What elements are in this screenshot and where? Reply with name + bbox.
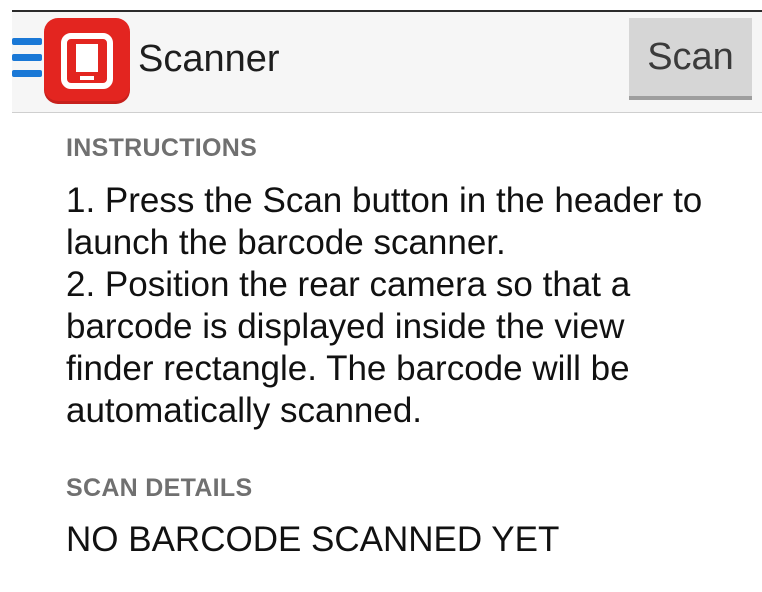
instructions-line: 1. Press the Scan button in the header t… [66,181,703,220]
hamburger-menu-icon[interactable] [12,38,42,78]
instructions-text: 1. Press the Scan button in the header t… [66,180,746,432]
instructions-line: launch the barcode scanner. [66,223,506,262]
app-icon [44,18,130,104]
instructions-line: finder rectangle. The barcode will be [66,349,630,388]
app-title: Scanner [138,38,280,80]
left-edge-strip [0,0,12,592]
scan-button[interactable]: Scan [629,18,752,100]
instructions-line: automatically scanned. [66,391,423,430]
instructions-line: 2. Position the rear camera so that a [66,265,631,304]
mobile-device-icon [61,33,113,89]
main-content: INSTRUCTIONS 1. Press the Scan button in… [66,130,746,562]
instructions-line: barcode is displayed inside the view [66,307,625,346]
scanner-screen: Scanner Scan INSTRUCTIONS 1. Press the S… [0,0,762,592]
instructions-heading: INSTRUCTIONS [66,134,258,162]
scan-details-heading: SCAN DETAILS [66,474,253,502]
scan-result-text: NO BARCODE SCANNED YET [66,520,560,559]
